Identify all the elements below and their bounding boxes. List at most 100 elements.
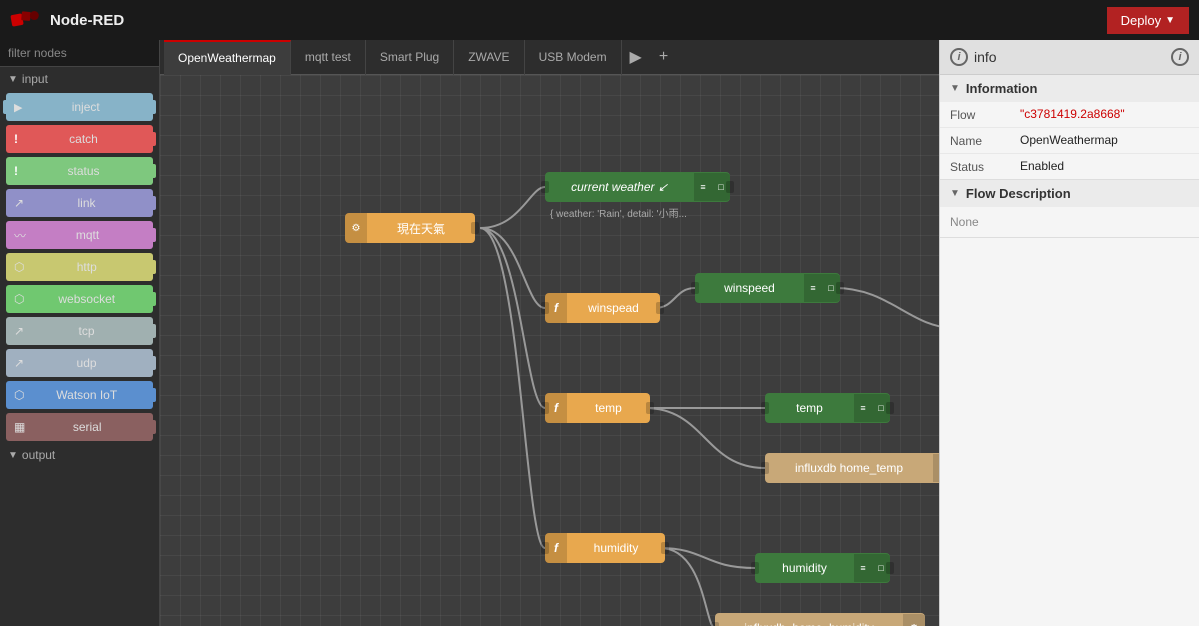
- input-section-label: input: [22, 72, 48, 86]
- node-current-weather[interactable]: current weather ↙ ≡ □: [545, 172, 730, 202]
- link-label: link: [28, 196, 145, 210]
- influxdb-temp-gear-icon: ⚙: [933, 454, 939, 482]
- weather-debug-label: { weather: 'Rain', detail: '小雨...: [550, 205, 687, 220]
- node-winspeed[interactable]: winspeed ≡ □: [695, 273, 840, 303]
- node-item-watson[interactable]: ⬡ Watson IoT: [6, 381, 153, 409]
- node-item-http[interactable]: ⬡ http: [6, 253, 153, 281]
- canvas-area: OpenWeathermap mqtt test Smart Plug ZWAV…: [160, 40, 939, 626]
- http-port-right: [150, 260, 156, 274]
- node-item-udp[interactable]: ↗ udp: [6, 349, 153, 377]
- name-key-label: Name: [950, 133, 1020, 148]
- info-header-left: i info: [950, 48, 997, 66]
- temp-fn-input-port: [541, 402, 549, 414]
- watson-port-right: [150, 388, 156, 402]
- status-icon: !: [14, 164, 18, 178]
- node-item-tcp[interactable]: ↗ tcp: [6, 317, 153, 345]
- mqtt-label: mqtt: [30, 228, 145, 242]
- link-port-right: [150, 196, 156, 210]
- information-section-header[interactable]: ▼ Information: [940, 75, 1199, 102]
- flow-canvas[interactable]: ⚙ 現在天氣 current weather ↙ ≡ □ { weather: …: [160, 75, 939, 626]
- humidity-fn-label: humidity: [567, 533, 665, 563]
- info-panel: i info i ▼ Information Flow "c3781419.2a…: [939, 40, 1199, 626]
- node-temp-fn[interactable]: f temp: [545, 393, 650, 423]
- inject-icon: ▶: [14, 101, 22, 114]
- flow-description-header[interactable]: ▼ Flow Description: [940, 180, 1199, 207]
- tab-add-button[interactable]: +: [650, 40, 678, 75]
- winspeed-menu-icon[interactable]: ≡: [804, 274, 822, 302]
- link-icon: ↗: [14, 196, 24, 210]
- node-xianren[interactable]: ⚙ 現在天氣: [345, 213, 475, 243]
- humidity-fn-output-port: [661, 542, 669, 554]
- temp-debug-input-port: [761, 402, 769, 414]
- information-section: ▼ Information Flow "c3781419.2a8668" Nam…: [940, 75, 1199, 180]
- info-row-flow: Flow "c3781419.2a8668": [940, 102, 1199, 128]
- section-header-input[interactable]: ▼ input: [0, 67, 159, 91]
- info-i-icon: i: [950, 48, 968, 66]
- node-item-link[interactable]: ↗ link: [6, 189, 153, 217]
- websocket-icon: ⬡: [14, 292, 24, 306]
- node-item-websocket[interactable]: ⬡ websocket: [6, 285, 153, 313]
- flow-description-body: None: [940, 207, 1199, 237]
- deploy-button[interactable]: Deploy ▼: [1107, 7, 1189, 34]
- influxdb-temp-label: influxdb home_temp: [765, 453, 933, 483]
- section-header-output[interactable]: ▼ output: [0, 443, 159, 467]
- output-section-caret: ▼: [8, 450, 18, 461]
- info-help-button[interactable]: i: [1171, 48, 1189, 66]
- info-row-name: Name OpenWeathermap: [940, 128, 1199, 154]
- current-menu-icon[interactable]: ≡: [694, 173, 712, 201]
- tab-mqtt-test[interactable]: mqtt test: [291, 40, 366, 75]
- node-humidity-fn[interactable]: f humidity: [545, 533, 665, 563]
- serial-icon: ▦: [14, 420, 25, 434]
- influxdb-hum-input-port: [711, 622, 719, 626]
- input-section-caret: ▼: [8, 74, 18, 85]
- humidity-debug-output-port: [886, 562, 894, 574]
- node-temp-debug[interactable]: temp ≡ □: [765, 393, 890, 423]
- watson-icon: ⬡: [14, 388, 24, 402]
- temp-fn-label: temp: [567, 393, 650, 423]
- status-label: status: [22, 164, 145, 178]
- node-humidity-debug[interactable]: humidity ≡ □: [755, 553, 890, 583]
- topbar-left: Node-RED: [10, 9, 124, 31]
- xianren-label: 現在天氣: [367, 213, 475, 243]
- current-output-port: [726, 181, 734, 193]
- node-item-inject[interactable]: ▶ inject: [6, 93, 153, 121]
- influxdb-hum-label: influxdb_home_humidity: [715, 613, 903, 626]
- xianren-gear-icon: ⚙: [345, 213, 367, 243]
- humidity-debug-label: humidity: [755, 553, 854, 583]
- inject-port-left: [3, 100, 9, 114]
- mqtt-icon: 〰: [14, 227, 26, 244]
- node-influxdb-humidity[interactable]: influxdb_home_humidity ⚙: [715, 613, 925, 626]
- information-section-label: Information: [966, 81, 1038, 96]
- filter-nodes-input[interactable]: [0, 40, 159, 67]
- flow-desc-caret-icon: ▼: [950, 188, 960, 199]
- info-header: i info i: [940, 40, 1199, 75]
- node-item-catch[interactable]: ! catch: [6, 125, 153, 153]
- humidity-fn-input-port: [541, 542, 549, 554]
- tab-more-button[interactable]: ▶: [622, 40, 650, 75]
- node-item-mqtt[interactable]: 〰 mqtt: [6, 221, 153, 249]
- temp-debug-menu-icon[interactable]: ≡: [854, 394, 872, 422]
- main-layout: ▼ input ▶ inject ! catch ! status ↗ link…: [0, 40, 1199, 626]
- udp-label: udp: [28, 356, 145, 370]
- node-item-status[interactable]: ! status: [6, 157, 153, 185]
- sidebar: ▼ input ▶ inject ! catch ! status ↗ link…: [0, 40, 160, 626]
- catch-icon: !: [14, 132, 18, 146]
- temp-debug-output-port: [886, 402, 894, 414]
- tab-zwave[interactable]: ZWAVE: [454, 40, 524, 75]
- flow-key-label: Flow: [950, 107, 1020, 122]
- node-influxdb-temp[interactable]: influxdb home_temp ⚙: [765, 453, 939, 483]
- tab-openweathermap[interactable]: OpenWeathermap: [164, 40, 291, 75]
- output-section-label: output: [22, 448, 55, 462]
- tab-usb-modem[interactable]: USB Modem: [525, 40, 622, 75]
- app-title: Node-RED: [50, 12, 124, 29]
- influxdb-hum-gear-icon: ⚙: [903, 614, 925, 626]
- information-caret-icon: ▼: [950, 83, 960, 94]
- tab-smart-plug[interactable]: Smart Plug: [366, 40, 454, 75]
- humidity-menu-icon[interactable]: ≡: [854, 554, 872, 582]
- temp-fn-output-port: [646, 402, 654, 414]
- node-item-serial[interactable]: ▦ serial: [6, 413, 153, 441]
- node-winspead[interactable]: f winspead: [545, 293, 660, 323]
- deploy-caret-icon: ▼: [1165, 15, 1175, 26]
- winspead-label: winspead: [567, 293, 660, 323]
- serial-label: serial: [29, 420, 145, 434]
